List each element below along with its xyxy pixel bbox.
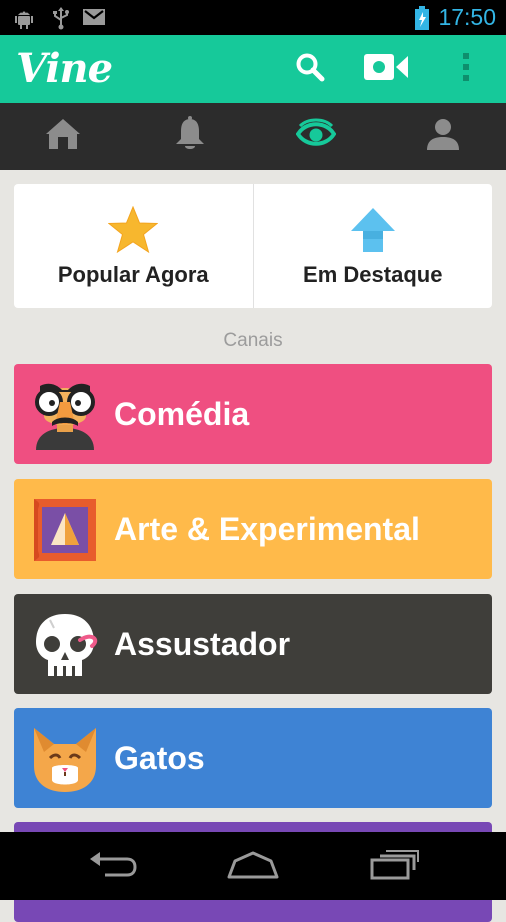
picture-frame-icon [30,495,100,565]
clock: 17:50 [438,3,496,32]
recent-apps-icon [368,848,420,885]
gmail-icon [82,6,106,33]
channel-label: Assustador [114,594,290,694]
home-button-icon [225,849,281,884]
profile-icon [425,116,461,157]
overflow-menu-button[interactable] [444,49,488,89]
nav-tabs [0,103,506,170]
popular-now-label: Popular Agora [14,262,253,288]
channel-comedy[interactable]: Comédia [14,364,492,464]
back-icon [87,849,137,884]
channel-label: Comédia [114,364,249,464]
android-debug-icon [12,6,36,35]
overflow-menu-icon [462,52,470,87]
recent-apps-button[interactable] [362,846,426,886]
channel-cats[interactable]: Gatos [14,708,492,808]
featured-cards: Popular Agora Em Destaque [14,184,492,308]
skull-icon [30,610,100,680]
search-icon [294,51,326,88]
star-icon [108,206,158,259]
video-camera-icon [362,52,410,87]
channels-heading: Canais [0,330,506,352]
vine-logo: Vine [16,41,112,97]
system-nav-bar [0,832,506,900]
tab-profile[interactable] [380,103,506,170]
app-bar: Vine [0,35,506,103]
usb-icon [50,6,72,35]
disguise-glasses-icon [30,380,100,450]
tab-explore[interactable] [253,103,380,170]
back-button[interactable] [80,846,144,886]
home-icon [44,117,82,156]
tab-home[interactable] [0,103,127,170]
bell-icon [173,116,207,157]
channel-scary[interactable]: Assustador [14,594,492,694]
trending-label: Em Destaque [254,262,493,288]
trending-card[interactable]: Em Destaque [253,184,493,308]
home-button[interactable] [221,846,285,886]
channel-art-experimental[interactable]: Arte & Experimental [14,479,492,579]
popular-now-card[interactable]: Popular Agora [14,184,253,308]
status-bar: 17:50 [0,0,506,35]
arrow-up-icon [349,206,397,259]
cat-icon [30,724,100,794]
channel-label: Gatos [114,708,205,808]
search-button[interactable] [288,49,332,89]
tab-activity[interactable] [127,103,254,170]
battery-charging-icon [414,6,430,35]
record-video-button[interactable] [364,49,408,89]
eye-icon [296,117,336,156]
channel-label: Arte & Experimental [114,479,420,579]
